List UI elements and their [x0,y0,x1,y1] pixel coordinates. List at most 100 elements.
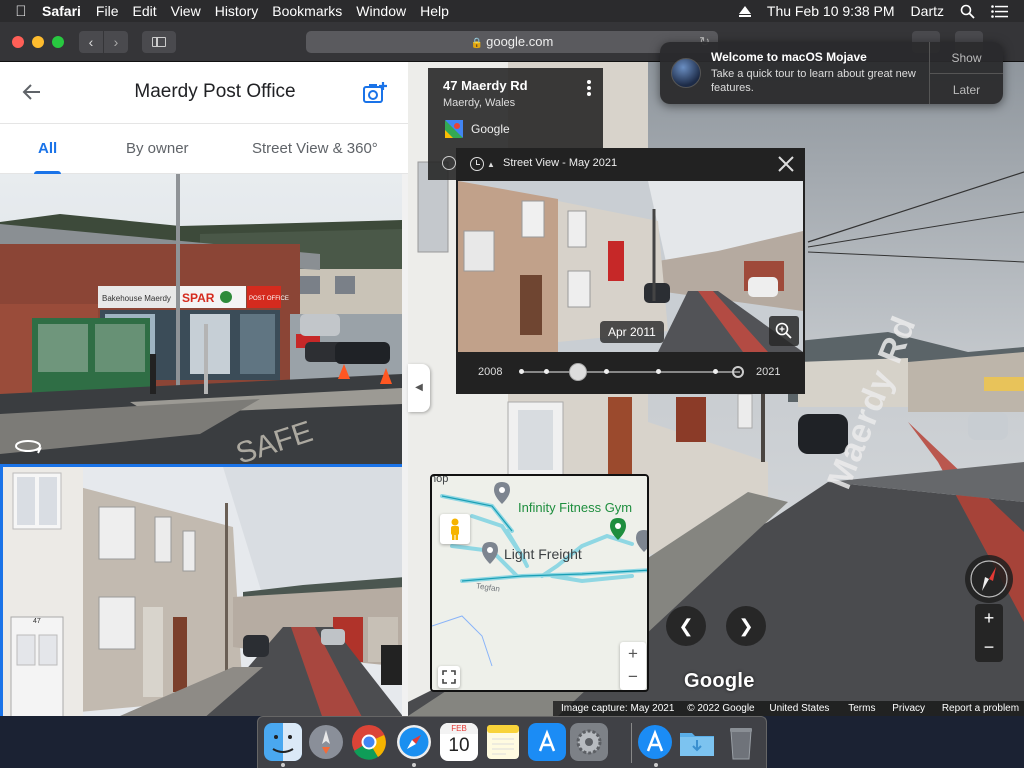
dock: FEB 10 [257,716,767,768]
sidebar-icon [152,37,166,47]
launchpad-icon[interactable] [307,723,345,761]
url-text: google.com [486,34,554,49]
collapse-panel-button[interactable]: ◀ [408,364,430,412]
chrome-icon[interactable] [350,723,388,761]
terms-link[interactable]: Terms [848,703,875,714]
country-link[interactable]: United States [769,703,829,714]
timeline-point[interactable] [713,369,718,374]
street-view-zoom-controls: + − [975,604,1003,662]
downloads-folder-icon[interactable] [678,723,716,761]
photo-tabs: All By owner Street View & 360° [0,124,408,174]
timeline-point[interactable] [544,369,549,374]
calendar-day: 10 [448,735,470,756]
close-icon[interactable] [776,154,796,174]
lock-icon: 🔒 [470,38,484,49]
fullscreen-window-button[interactable] [52,36,64,48]
mini-map[interactable]: hop Infinity Fitness Gym Light Freight T… [430,474,649,692]
notification-title: Welcome to macOS Mojave [711,50,867,64]
timeline-track[interactable] [520,371,740,373]
sidebar-toggle-button[interactable] [142,31,176,53]
zoom-icon[interactable] [769,316,799,346]
photo-street-terrace[interactable]: 47 [0,464,402,716]
app-store-icon[interactable] [528,723,566,761]
timeline-point[interactable] [656,369,661,374]
safari-icon[interactable] [395,723,433,761]
previous-arrow-button[interactable]: ❮ [666,606,706,646]
menu-file[interactable]: File [96,3,133,19]
dock-separator [631,723,632,763]
notification-center-icon[interactable] [991,4,1008,18]
notes-icon[interactable] [484,723,522,761]
tab-all[interactable]: All [33,124,62,174]
zoom-out-button[interactable]: − [975,633,1003,662]
mini-map-zoom-controls: + − [620,642,646,690]
map-place-freight[interactable]: Light Freight [504,546,582,562]
history-clock-icon[interactable] [442,156,456,170]
tab-by-owner[interactable]: By owner [126,124,189,174]
more-options-icon[interactable] [587,80,591,98]
menu-view[interactable]: View [171,3,215,19]
calendar-icon[interactable]: FEB 10 [440,723,478,761]
menu-safari[interactable]: Safari [42,3,96,19]
timeline-end-year: 2021 [756,366,781,378]
menu-help[interactable]: Help [420,3,463,19]
map-footer: Image capture: May 2021 © 2022 Google Un… [553,701,1024,716]
user-name[interactable]: Dartz [911,3,944,19]
mojave-icon [671,58,701,88]
pegman-icon[interactable] [440,514,470,544]
map-zoom-out-button[interactable]: − [620,665,646,688]
menu-history[interactable]: History [215,3,273,19]
caret-up-icon[interactable]: ▲ [487,160,495,169]
spotlight-search-icon[interactable] [960,4,975,19]
photo-post-office-front[interactable]: Bakehouse Maerdy SPAR POST OFFICE SAFE [0,174,402,464]
clock[interactable]: Thu Feb 10 9:38 PM [767,3,895,19]
history-icon[interactable] [470,157,484,171]
address-bar[interactable]: 🔒google.com ↻ [306,31,718,53]
show-button[interactable]: Show [930,51,1003,65]
timeline-point[interactable] [519,369,524,374]
tab-street-view[interactable]: Street View & 360° [252,124,378,174]
minimize-window-button[interactable] [32,36,44,48]
privacy-link[interactable]: Privacy [892,703,925,714]
eject-icon[interactable] [738,5,751,17]
finder-icon[interactable] [264,723,302,761]
time-machine-title: Street View - May 2021 [503,157,618,169]
selected-date-label: Apr 2011 [600,321,664,343]
back-arrow-icon[interactable] [20,80,44,104]
calendar-month: FEB [440,723,478,734]
menu-window[interactable]: Window [356,3,420,19]
menu-bookmarks[interactable]: Bookmarks [272,3,356,19]
panel-header: Maerdy Post Office [0,62,408,124]
forward-button[interactable]: › [104,31,128,53]
timeline-slider-handle[interactable] [569,363,587,381]
menu-bar:  Safari File Edit View History Bookmark… [0,0,1024,22]
360-view-icon[interactable] [14,436,42,456]
map-zoom-in-button[interactable]: + [620,642,646,665]
zoom-in-button[interactable]: + [975,604,1003,633]
address-title: 47 Maerdy Rd [443,78,528,93]
trash-icon[interactable] [722,723,760,761]
add-photo-icon[interactable] [362,80,388,106]
compass-icon[interactable] [965,555,1013,603]
mojave-notification[interactable]: Welcome to macOS Mojave Take a quick tou… [660,42,1003,104]
map-place-gym[interactable]: Infinity Fitness Gym [518,500,632,515]
back-button[interactable]: ‹ [79,31,103,53]
app-store-downloads-icon[interactable] [636,723,674,761]
close-window-button[interactable] [12,36,24,48]
historical-preview-image[interactable]: Apr 2011 [458,181,803,352]
timeline-current-marker[interactable] [732,366,744,378]
running-indicator [412,763,416,767]
fullscreen-icon[interactable] [438,666,460,688]
google-maps-icon [445,120,463,138]
store-sign: Bakehouse Maerdy [102,294,171,303]
next-arrow-button[interactable]: ❯ [726,606,766,646]
menu-edit[interactable]: Edit [132,3,170,19]
system-preferences-icon[interactable] [570,723,608,761]
report-problem-link[interactable]: Report a problem [942,703,1019,714]
timeline-start-year: 2008 [478,366,503,378]
apple-menu-icon[interactable]:  [0,3,42,20]
google-logo: Google [684,670,755,692]
running-indicator [654,763,658,767]
later-button[interactable]: Later [930,83,1003,97]
timeline-point[interactable] [604,369,609,374]
